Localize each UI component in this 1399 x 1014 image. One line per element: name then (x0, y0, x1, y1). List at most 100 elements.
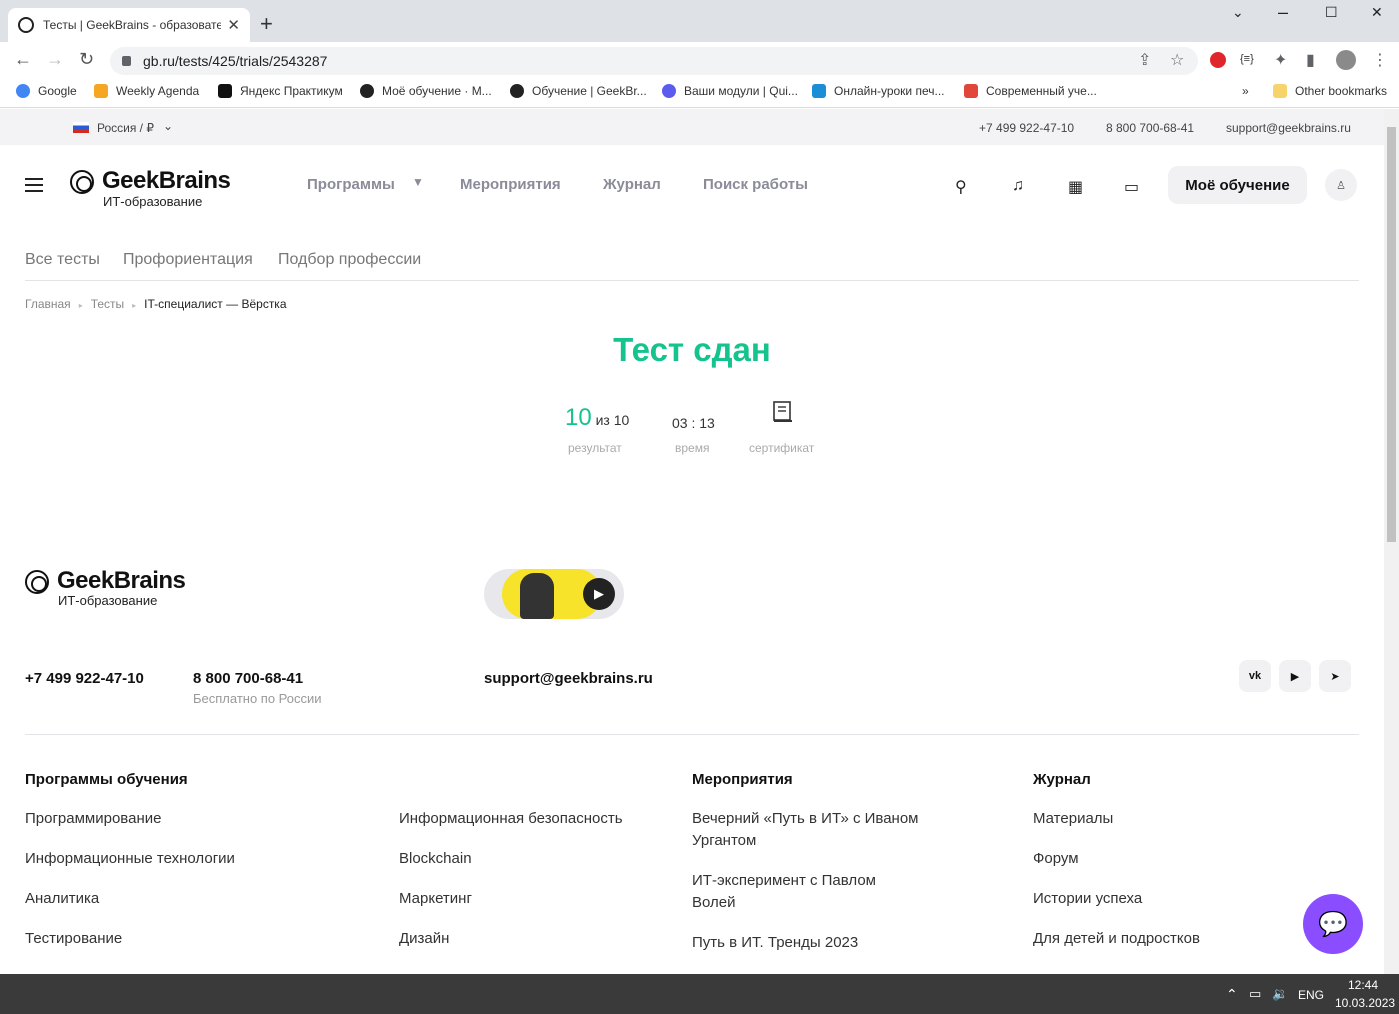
tab-close-icon[interactable]: ✕ (227, 16, 240, 34)
footer-link[interactable]: Информационная безопасность (399, 808, 623, 830)
footer-link[interactable]: Истории успеха (1033, 888, 1142, 910)
volume-icon[interactable]: 🔉 (1272, 986, 1288, 1002)
extensions-puzzle-icon[interactable]: ✦ (1274, 50, 1287, 70)
browser-toolbar: ← → ↻ gb.ru/tests/425/trials/2543287 ⇪ ☆… (0, 42, 1399, 78)
caret-down-icon[interactable]: ▼ (412, 175, 424, 189)
share-icon[interactable]: ⇪ (1138, 50, 1151, 70)
network-icon[interactable]: ▭ (1249, 986, 1261, 1002)
page-scrollbar[interactable] (1384, 109, 1399, 974)
menu-burger-icon[interactable] (25, 178, 43, 192)
footer-link[interactable]: Маркетинг (399, 888, 472, 910)
address-bar[interactable]: gb.ru/tests/425/trials/2543287 (110, 47, 1198, 75)
region-selector[interactable]: Россия / ₽ (97, 121, 154, 135)
bookmark-item[interactable]: Современный уче... (964, 84, 1097, 98)
bookmarks-overflow-button[interactable]: » (1242, 84, 1249, 98)
reload-icon[interactable]: ↻ (79, 49, 94, 70)
footer-logo-icon[interactable] (25, 570, 49, 594)
divider (25, 280, 1359, 281)
menu-kebab-icon[interactable]: ⋮ (1372, 50, 1388, 70)
back-arrow-icon[interactable]: ← (14, 49, 32, 70)
my-learning-button[interactable]: Моё обучение (1168, 166, 1307, 204)
side-panel-icon[interactable]: ▮ (1306, 50, 1315, 70)
footer-link[interactable]: Материалы (1033, 808, 1113, 830)
site-header: GeekBrains ИТ-образование Программы ▼ Ме… (0, 145, 1384, 225)
star-icon[interactable]: ☆ (1170, 50, 1184, 70)
play-icon[interactable]: ▶ (583, 578, 615, 610)
nav-jobs[interactable]: Поиск работы (703, 176, 808, 193)
video-person-image (520, 573, 554, 619)
bookmark-item[interactable]: Ваши модули | Qui... (662, 84, 798, 98)
subnav-all-tests[interactable]: Все тесты (25, 251, 100, 269)
google-icon (16, 84, 30, 98)
footer-link[interactable]: Вечерний «Путь в ИТ» с Иваном Ургантом (692, 808, 942, 852)
user-avatar-icon[interactable]: ♙ (1325, 169, 1357, 201)
minimize-button[interactable]: – (1278, 2, 1288, 23)
footer-link[interactable]: Тестирование (25, 928, 122, 950)
other-bookmarks[interactable]: Other bookmarks (1273, 84, 1387, 98)
nav-programs[interactable]: Программы (307, 176, 395, 193)
bookmark-item[interactable]: Weekly Agenda (94, 84, 199, 98)
footer-link[interactable]: Программирование (25, 808, 161, 830)
footer-logo-name[interactable]: GeekBrains (57, 567, 186, 595)
topbar-phone-1[interactable]: +7 499 922-47-10 (979, 121, 1074, 135)
chevron-down-icon[interactable]: ⌄ (163, 119, 173, 133)
geekbrains-logo-icon[interactable] (70, 170, 94, 194)
top-info-bar: Россия / ₽ ⌄ +7 499 922-47-10 8 800 700-… (0, 109, 1384, 145)
subnav-profession-match[interactable]: Подбор профессии (278, 251, 421, 269)
footer-email[interactable]: support@geekbrains.ru (484, 670, 653, 687)
footer-link[interactable]: ИТ-эксперимент с Павлом Волей (692, 870, 902, 914)
opera-extension-icon[interactable] (1210, 52, 1226, 68)
logo-name[interactable]: GeekBrains (102, 167, 231, 195)
close-window-button[interactable]: ✕ (1371, 4, 1383, 21)
bookmark-item[interactable]: Google (16, 84, 77, 98)
topbar-phone-2[interactable]: 8 800 700-68-41 (1106, 121, 1194, 135)
forward-arrow-icon[interactable]: → (46, 49, 64, 70)
bookmark-item[interactable]: Онлайн-уроки печ... (812, 84, 945, 98)
tray-chevron-icon[interactable]: ⌃ (1226, 986, 1238, 1003)
result-title: Тест сдан (613, 331, 771, 368)
footer-logo-subtitle: ИТ-образование (58, 593, 158, 608)
topbar-email[interactable]: support@geekbrains.ru (1226, 121, 1351, 135)
nav-events[interactable]: Мероприятия (460, 176, 561, 193)
bell-icon[interactable]: ♫ (1012, 177, 1024, 195)
vk-icon[interactable]: vk (1239, 660, 1271, 692)
new-tab-button[interactable]: + (260, 11, 273, 37)
profile-avatar-icon[interactable] (1336, 50, 1356, 70)
clock-date[interactable]: 10.03.2023 (1335, 996, 1395, 1010)
clock-time[interactable]: 12:44 (1348, 978, 1378, 992)
json-extension-icon[interactable]: {≡} (1240, 53, 1254, 65)
certificate-icon[interactable] (771, 400, 795, 424)
tab-search-icon[interactable]: ⌄ (1232, 4, 1244, 21)
bookmark-item[interactable]: Моё обучение · М... (360, 84, 492, 98)
footer-link[interactable]: Форум (1033, 848, 1079, 870)
certificate-label[interactable]: сертификат (749, 441, 814, 455)
chat-icon[interactable]: ▭ (1124, 177, 1139, 197)
footer-link[interactable]: Аналитика (25, 888, 99, 910)
youtube-icon[interactable]: ▶ (1279, 660, 1311, 692)
scrollbar-thumb[interactable] (1387, 127, 1396, 542)
footer-link[interactable]: Blockchain (399, 848, 472, 870)
breadcrumb-home[interactable]: Главная (25, 297, 71, 311)
bookmark-item[interactable]: Яндекс Практикум (218, 84, 343, 98)
calendar-icon[interactable]: ▦ (1068, 177, 1083, 197)
telegram-icon[interactable]: ➤ (1319, 660, 1351, 692)
nav-journal[interactable]: Журнал (603, 176, 661, 193)
search-icon[interactable]: ⚲ (955, 177, 967, 197)
footer-link[interactable]: Информационные технологии (25, 848, 235, 870)
notebook-icon (94, 84, 108, 98)
language-indicator[interactable]: ENG (1298, 988, 1324, 1002)
support-chat-button[interactable]: 💬 (1303, 894, 1363, 954)
footer-link[interactable]: Для детей и подростков (1033, 928, 1200, 950)
bookmark-item[interactable]: Обучение | GeekBr... (510, 84, 647, 98)
promo-video-thumbnail[interactable]: ▶ (484, 569, 624, 619)
bookmarks-bar: Google Weekly Agenda Яндекс Практикум Мо… (0, 78, 1399, 108)
breadcrumb-tests[interactable]: Тесты (91, 297, 124, 311)
browser-tab[interactable]: Тесты | GeekBrains - образовате ✕ (8, 8, 250, 42)
footer-phone-1[interactable]: +7 499 922-47-10 (25, 670, 144, 687)
footer-phone-2[interactable]: 8 800 700-68-41 (193, 670, 303, 687)
breadcrumb-separator-icon: ▸ (132, 301, 137, 310)
maximize-button[interactable]: ☐ (1325, 4, 1338, 21)
subnav-career-guidance[interactable]: Профориентация (123, 251, 253, 269)
footer-link[interactable]: Путь в ИТ. Тренды 2023 (692, 932, 858, 954)
footer-link[interactable]: Дизайн (399, 928, 449, 950)
